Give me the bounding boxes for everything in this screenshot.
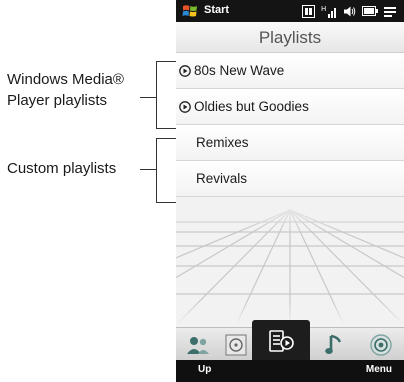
title-bar: Playlists [176, 22, 404, 53]
callout-custom-bracket [156, 138, 157, 202]
album-icon [225, 333, 247, 356]
tab-people[interactable] [176, 328, 220, 361]
callout-wmp-line1: Windows Media® [7, 71, 124, 88]
callout-wmp-bracket-top [156, 61, 176, 62]
people-icon [187, 336, 209, 354]
callout-wmp-bracket [156, 61, 157, 128]
list-item-remixes[interactable]: Remixes [176, 125, 404, 161]
play-circle-icon [179, 101, 191, 113]
softkey-bar: Up Menu [176, 360, 404, 382]
tab-bar [176, 320, 404, 361]
page-title: Playlists [258, 28, 322, 47]
battery-icon [362, 6, 378, 16]
tab-playlists[interactable] [252, 320, 310, 361]
playlist-list: 80s New Wave Oldies but Goodies Remixes … [176, 53, 404, 197]
playlist-icon [269, 329, 294, 352]
callout-wmp-bracket-bottom [156, 128, 176, 129]
list-item-80s-new-wave[interactable]: 80s New Wave [176, 53, 404, 89]
callout-custom-bracket-bottom [156, 202, 176, 203]
list-item-label: Revivals [196, 171, 248, 186]
speaker-icon [370, 333, 392, 356]
callout-wmp-line2: Player playlists [7, 92, 108, 109]
list-item-label: Oldies but Goodies [194, 99, 309, 114]
play-circle-icon [179, 65, 191, 77]
menu-softkey[interactable]: Menu [366, 364, 392, 375]
music-note-icon [325, 334, 342, 354]
tab-album[interactable] [222, 328, 250, 361]
up-softkey[interactable]: Up [198, 364, 211, 375]
callout-custom-connector [140, 169, 156, 170]
connection-icon [302, 4, 315, 18]
notification-icon[interactable] [384, 6, 396, 17]
callout-custom-label: Custom playlists [7, 160, 117, 177]
start-label[interactable]: Start [204, 4, 229, 16]
tab-speaker[interactable] [358, 328, 404, 361]
list-item-label: Remixes [196, 135, 249, 150]
list-item-revivals[interactable]: Revivals [176, 161, 404, 197]
list-item-oldies-but-goodies[interactable]: Oldies but Goodies [176, 89, 404, 125]
status-bar: Start H [176, 0, 404, 22]
volume-icon [344, 6, 356, 16]
phone-screen: Start H Playlists 80s New Wave Oldies bu… [176, 0, 404, 382]
tab-music[interactable] [312, 328, 356, 361]
svg-text:H: H [321, 5, 326, 13]
callout-custom-bracket-top [156, 138, 176, 139]
callout-wmp-connector [140, 97, 156, 98]
windows-logo-icon[interactable] [182, 3, 198, 19]
list-item-label: 80s New Wave [194, 63, 285, 78]
signal-icon: H [321, 5, 336, 18]
callout-wmp-label: Windows Media® Player playlists [7, 69, 124, 111]
tiled-floor-background [176, 200, 404, 325]
status-icons: H [272, 3, 402, 19]
